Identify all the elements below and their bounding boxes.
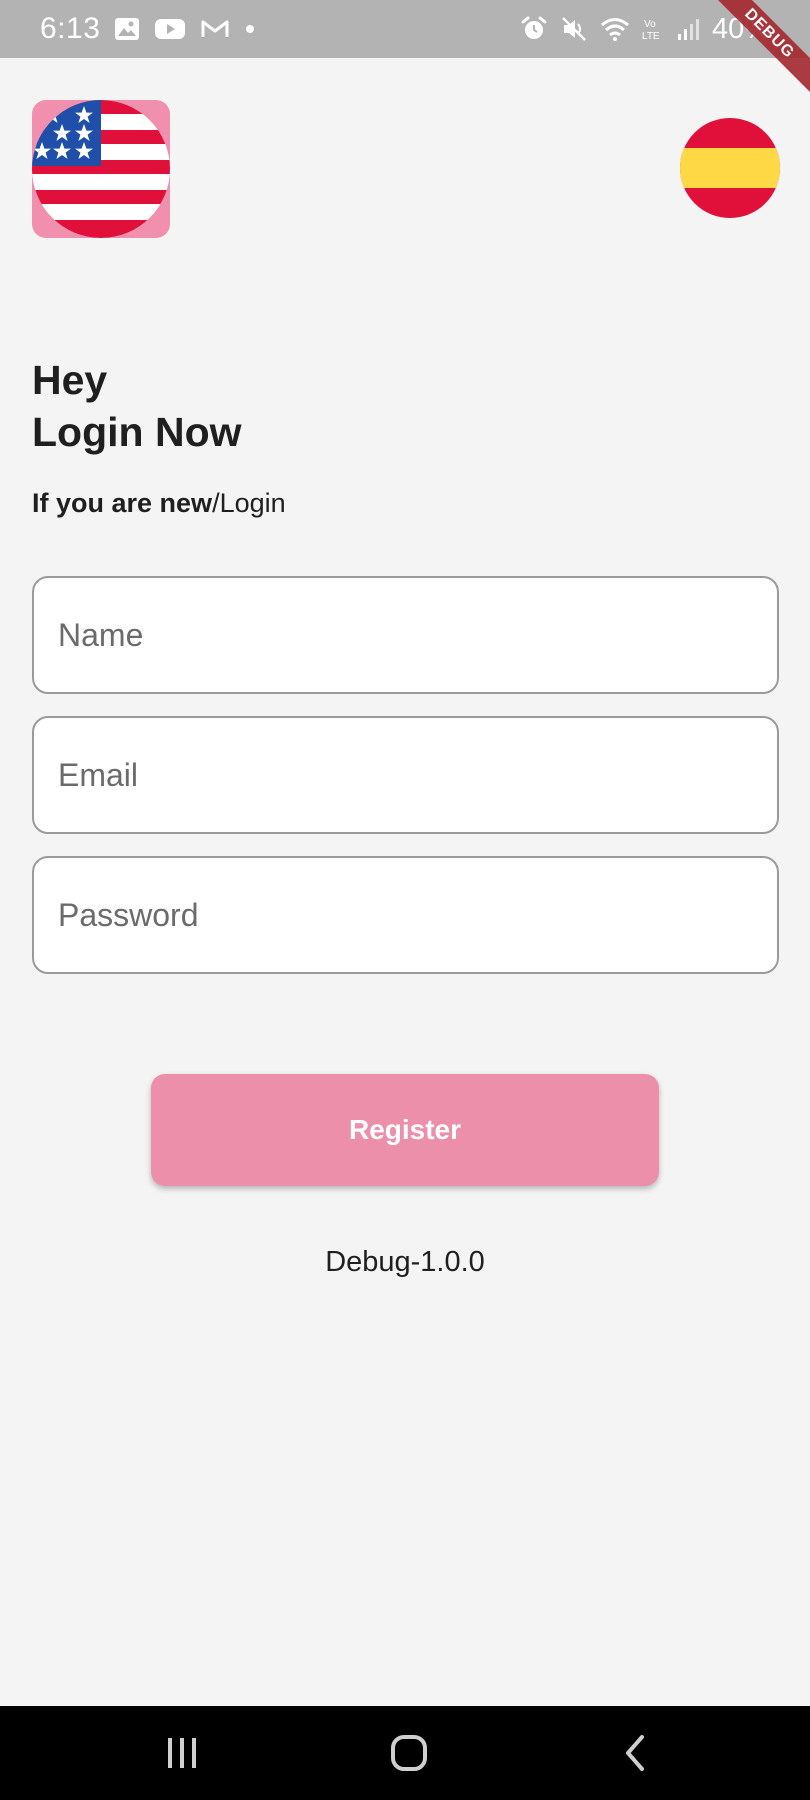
register-button[interactable]: Register bbox=[151, 1074, 659, 1186]
recents-icon bbox=[168, 1738, 196, 1768]
language-us-button[interactable] bbox=[32, 100, 170, 238]
svg-text:LTE: LTE bbox=[642, 31, 660, 42]
gallery-icon bbox=[114, 17, 140, 41]
email-field[interactable] bbox=[32, 716, 779, 834]
name-field[interactable] bbox=[32, 576, 779, 694]
youtube-icon bbox=[154, 17, 186, 41]
home-button[interactable] bbox=[349, 1706, 469, 1800]
language-es-button[interactable] bbox=[680, 118, 780, 218]
us-flag-icon bbox=[32, 100, 170, 238]
home-icon bbox=[391, 1735, 427, 1771]
alarm-icon bbox=[520, 15, 548, 43]
mute-icon bbox=[560, 15, 588, 43]
signal-icon bbox=[676, 16, 700, 42]
gmail-icon bbox=[200, 17, 230, 41]
recents-button[interactable] bbox=[122, 1706, 242, 1800]
status-left: 6:13 bbox=[40, 0, 256, 58]
navigation-bar bbox=[0, 1706, 810, 1800]
dot-icon bbox=[244, 23, 256, 35]
title-line-2: Login Now bbox=[32, 409, 242, 455]
status-bar: 6:13 Vo LTE 40% DEBUG bbox=[0, 0, 810, 103]
back-button[interactable] bbox=[575, 1706, 695, 1800]
subtitle: If you are new/Login bbox=[32, 488, 286, 519]
title-line-1: Hey bbox=[32, 357, 108, 403]
password-field[interactable] bbox=[32, 856, 779, 974]
spain-flag-icon bbox=[680, 118, 780, 218]
status-time: 6:13 bbox=[40, 12, 101, 45]
back-icon bbox=[626, 1735, 644, 1771]
subtitle-strong: If you are new bbox=[32, 488, 213, 518]
version-label: Debug-1.0.0 bbox=[325, 1246, 485, 1278]
login-link[interactable]: /Login bbox=[212, 488, 286, 518]
page-title: Hey Login Now bbox=[32, 354, 242, 458]
wifi-icon bbox=[600, 16, 630, 42]
svg-text:Vo: Vo bbox=[644, 19, 656, 30]
volte-icon: Vo LTE bbox=[642, 16, 664, 42]
